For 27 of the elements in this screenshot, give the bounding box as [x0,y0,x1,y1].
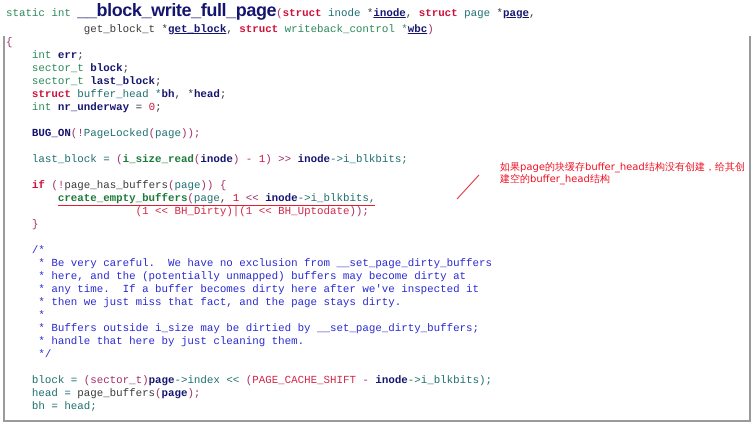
code-line: * Be very careful. We have no exclusion from __set_page_dirty_buffers [37,258,492,271]
code-line: int nr_underway = 0; [30,102,162,115]
code-line: head = page_buffers(page); [30,388,200,401]
code-line: BUG_ON(!PageLocked(page)); [30,127,200,141]
code-line: * here, and the (potentially unmapped) buffers may become dirty at [37,271,466,284]
code-line: } [30,219,38,232]
code-line: * then we just miss that fact, and the page stays dirty. [37,297,402,310]
code-line: int err; [30,50,84,63]
code-line: bh = head; [30,401,97,414]
code-line: */ [37,349,52,362]
code-line: static int __block_write_full_page(struct inode *inode, struct page *page, [6,1,536,22]
code-line: last_block = (i_size_read(inode) - 1) >> inode->i_blkbits; [30,153,408,167]
code-line: block = (sector_t)page->index << (PAGE_CACHE_SHIFT - inode->i_blkbits); [30,374,492,388]
code-line: /* [30,244,45,258]
code-line: * Buffers outside i_size may be dirtied by __set_page_dirty_buffers; [37,323,479,336]
code-line: struct buffer_head *bh, *head; [30,89,226,102]
code-line: if (!page_has_buffers(page)) { [30,179,226,193]
code-line: sector_t block; [30,63,130,76]
code-line: (1 << BH_Dirty)|(1 << BH_Uptodate)); [134,206,369,219]
code-line: sector_t last_block; [30,76,162,89]
annotation-text: 如果page的块缓存buffer_head结构没有创建，给其创建空的buffer_head结构 [500,162,746,186]
code-line: get_block_t *get_block, struct writeback_control *wbc) [82,24,434,37]
code-line: * any time. If a buffer becomes dirty here after we've inspected it [37,284,479,297]
leader-line [456,174,480,200]
code-line: * handle that here by just cleaning them. [37,336,304,349]
code-line: * [37,310,45,323]
code-line: { [6,37,12,50]
